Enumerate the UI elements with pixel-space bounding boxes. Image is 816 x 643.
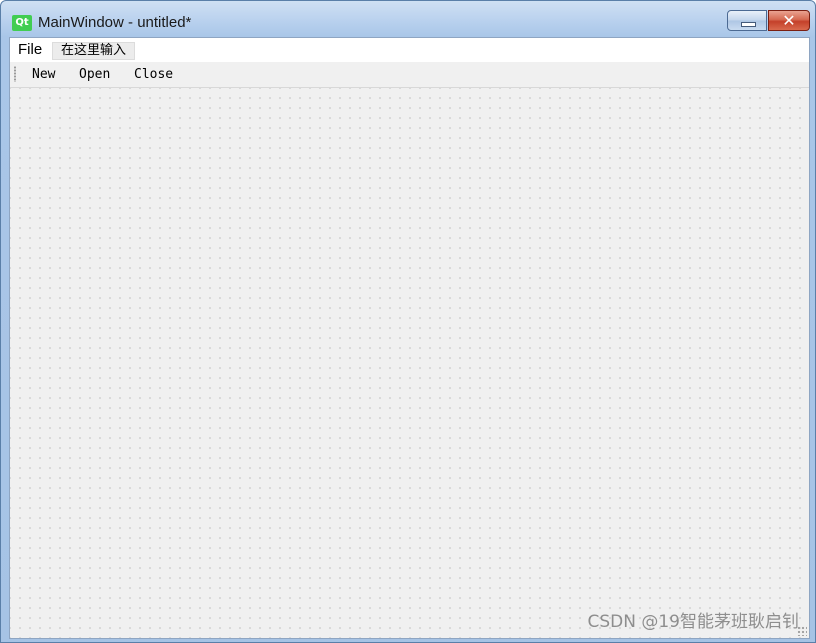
menu-type-here-placeholder[interactable]: 在这里输入 bbox=[52, 42, 136, 60]
central-widget-grid[interactable]: CSDN @19智能茅班耿启钊 bbox=[10, 88, 809, 638]
main-window: Qt MainWindow - untitled* ✕ File 在这里输入 N… bbox=[0, 0, 816, 643]
watermark-text: CSDN @19智能茅班耿启钊 bbox=[587, 612, 799, 632]
tool-bar: New Open Close bbox=[10, 62, 809, 88]
client-area: File 在这里输入 New Open Close CSDN @19智能茅班耿启… bbox=[9, 37, 810, 639]
menu-file[interactable]: File bbox=[18, 41, 42, 59]
minimize-button[interactable] bbox=[727, 10, 767, 31]
minimize-icon bbox=[741, 22, 756, 27]
open-action-button[interactable]: Open bbox=[79, 67, 110, 83]
toolbar-grip-handle[interactable] bbox=[14, 66, 16, 82]
qt-logo-icon: Qt bbox=[12, 15, 32, 31]
menu-bar: File 在这里输入 bbox=[10, 38, 809, 62]
title-bar[interactable]: Qt MainWindow - untitled* ✕ bbox=[1, 1, 815, 37]
close-button[interactable]: ✕ bbox=[768, 10, 810, 31]
close-icon: ✕ bbox=[782, 11, 796, 30]
new-action-button[interactable]: New bbox=[32, 67, 55, 83]
close-action-button[interactable]: Close bbox=[134, 67, 173, 83]
size-grip-handle[interactable] bbox=[797, 626, 807, 636]
window-title: MainWindow - untitled* bbox=[38, 14, 192, 31]
